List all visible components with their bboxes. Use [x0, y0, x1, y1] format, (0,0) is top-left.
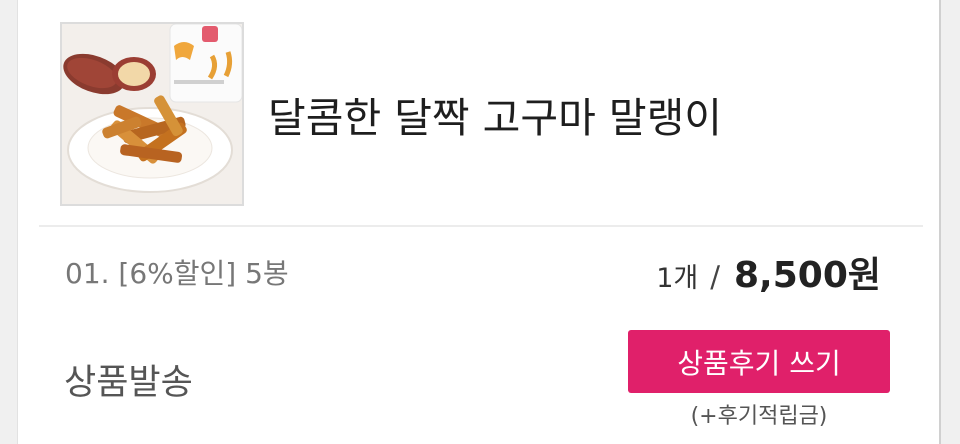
order-status: 상품발송: [64, 363, 193, 403]
price: 8,500원: [734, 255, 881, 296]
product-name[interactable]: 달콤한 달짝 고구마 말랭이: [268, 84, 722, 144]
product-option: 01. [6%할인] 5봉: [65, 257, 289, 290]
product-image: [62, 24, 242, 204]
product-thumbnail[interactable]: [60, 22, 244, 206]
quantity: 1개: [656, 263, 699, 294]
review-reward-note: (+후기적립금): [690, 404, 828, 429]
order-item-card: 달콤한 달짝 고구마 말랭이 01. [6%할인] 5봉 1개 / 8,500원…: [17, 0, 941, 444]
write-review-button[interactable]: 상품후기 쓰기: [628, 330, 890, 393]
price-separator: /: [710, 260, 720, 294]
divider: [39, 225, 923, 227]
price-summary: 1개 / 8,500원: [656, 246, 881, 298]
